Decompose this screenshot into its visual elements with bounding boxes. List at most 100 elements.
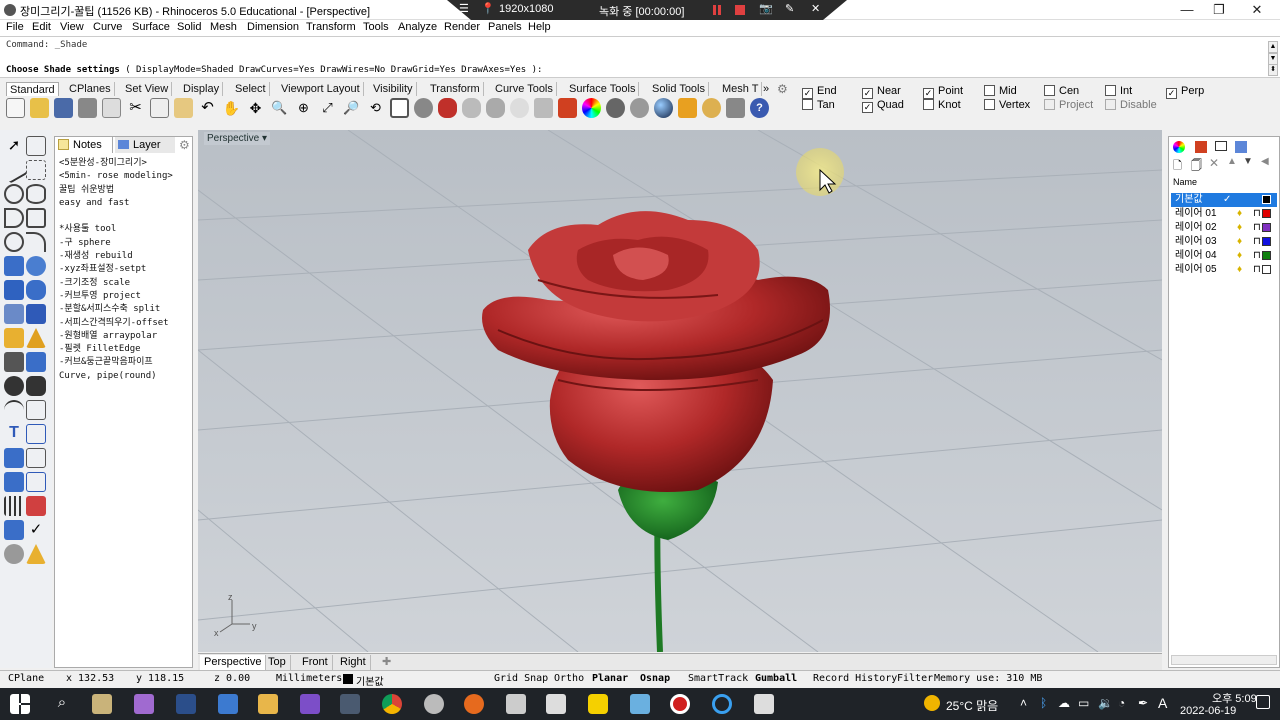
rhino-icon-2[interactable]: [546, 694, 566, 714]
app-icon-3[interactable]: [630, 694, 650, 714]
menu-dimension[interactable]: Dimension: [247, 21, 299, 33]
tab-surface-tools[interactable]: Surface Tools: [566, 82, 640, 96]
osnap-near[interactable]: ✓ Near: [862, 85, 901, 99]
grid-snap-toggle[interactable]: Grid Snap: [494, 673, 548, 684]
tab-transform[interactable]: Transform: [427, 82, 484, 96]
horizontal-scrollbar[interactable]: [1171, 655, 1277, 665]
move-up-icon[interactable]: ▲: [1227, 156, 1237, 167]
wifi-icon[interactable]: ◔: [1118, 696, 1125, 710]
shaded-sphere-icon[interactable]: [606, 98, 625, 118]
osnap-point[interactable]: ✓ Point: [923, 85, 963, 99]
media-icon[interactable]: [300, 694, 320, 714]
tab-cplanes[interactable]: CPlanes: [66, 82, 115, 96]
kakaotalk-icon[interactable]: [588, 694, 608, 714]
command-area[interactable]: Command: _Shade Choose Shade settings ( …: [0, 36, 1280, 78]
menu-panels[interactable]: Panels: [488, 21, 522, 33]
copy-icon[interactable]: [150, 98, 169, 118]
zoom-dynamic-icon[interactable]: 🔍: [270, 98, 289, 118]
text-icon[interactable]: T: [4, 424, 24, 444]
unlock-icon[interactable]: ⊓: [1253, 221, 1261, 235]
zoom-extents-icon[interactable]: ⤢: [318, 98, 337, 118]
notes-text[interactable]: <5분완성-장미그리기> <5min- rose modeling> 꿀팁 쉬운…: [59, 157, 173, 383]
app-icon-1[interactable]: [134, 694, 154, 714]
lightbulb-icon[interactable]: ♦: [1237, 207, 1242, 221]
check-icon[interactable]: ✓: [26, 520, 46, 540]
rotate-view-icon[interactable]: ✥: [246, 98, 265, 118]
solid-icon[interactable]: [26, 328, 46, 348]
line-icon[interactable]: [0, 156, 28, 184]
osnap-mid[interactable]: Mid: [984, 85, 1017, 97]
copy-object-icon[interactable]: [26, 448, 46, 468]
move-icon[interactable]: [4, 448, 24, 468]
menu-mesh[interactable]: Mesh: [210, 21, 237, 33]
grid-array-icon[interactable]: [4, 496, 24, 516]
unlock-icon[interactable]: ⊓: [1253, 249, 1261, 263]
boolean-icon[interactable]: [26, 352, 46, 372]
import-icon[interactable]: [102, 98, 121, 118]
unlock-icon[interactable]: ⊓: [1253, 235, 1261, 249]
camera-icon[interactable]: 📷: [759, 2, 773, 15]
split-icon[interactable]: [26, 400, 46, 420]
osnap-knot[interactable]: Knot: [923, 99, 961, 111]
filter-toggle[interactable]: Filter: [897, 673, 933, 684]
osnap-cen[interactable]: Cen: [1044, 85, 1079, 97]
layer-color-swatch[interactable]: [1262, 209, 1271, 218]
polyline-icon[interactable]: [26, 160, 46, 180]
units-label[interactable]: Millimeters: [276, 673, 342, 684]
gumball-toggle[interactable]: Gumball: [755, 673, 797, 684]
project-icon[interactable]: [4, 400, 24, 420]
ortho-toggle[interactable]: Ortho: [554, 673, 584, 684]
smarttrack-toggle[interactable]: SmartTrack: [688, 673, 748, 684]
menu-file[interactable]: File: [6, 21, 24, 33]
checkbox-icon[interactable]: ✓: [862, 88, 873, 99]
menu-edit[interactable]: Edit: [32, 21, 51, 33]
arc-icon[interactable]: [4, 208, 24, 228]
checkbox-icon[interactable]: [802, 99, 813, 110]
layer-row[interactable]: 레이어 01 ♦ ⊓: [1171, 207, 1277, 221]
analyze-icon[interactable]: [4, 544, 24, 564]
clock-time[interactable]: 오후 5:09: [1212, 690, 1257, 706]
pencil-icon[interactable]: ✎: [785, 2, 794, 15]
record-icon[interactable]: [670, 694, 690, 714]
help-tab-icon[interactable]: [1235, 141, 1247, 153]
osnap-vertex[interactable]: Vertex: [984, 99, 1030, 111]
tab-visibility[interactable]: Visibility: [370, 82, 417, 96]
render-mesh-icon[interactable]: [26, 544, 46, 564]
calculator-icon[interactable]: [340, 694, 360, 714]
layer-row[interactable]: 레이어 05 ♦ ⊓: [1171, 263, 1277, 277]
move-down-icon[interactable]: ▼: [1243, 156, 1253, 167]
print-icon[interactable]: [78, 98, 97, 118]
osnap-int[interactable]: Int: [1105, 85, 1132, 97]
tab-curve-tools[interactable]: Curve Tools: [492, 82, 557, 96]
osnap-disable[interactable]: Disable: [1105, 99, 1157, 111]
viewport-title[interactable]: Perspective ▾: [204, 132, 271, 145]
loft-icon[interactable]: [26, 280, 46, 300]
volume-icon[interactable]: 🔉: [1098, 696, 1113, 710]
network-icon[interactable]: ▭: [1078, 696, 1089, 710]
unlock-icon[interactable]: ⊓: [1253, 207, 1261, 221]
layer-row[interactable]: 레이어 02 ♦ ⊓: [1171, 221, 1277, 235]
chevron-down-icon[interactable]: ▾: [262, 133, 267, 144]
scroll-up-icon[interactable]: ▲: [1268, 41, 1278, 53]
select-all-icon[interactable]: [414, 98, 433, 118]
ellipse-icon[interactable]: [26, 184, 46, 204]
checkbox-icon[interactable]: [1105, 85, 1116, 96]
color-wheel-icon[interactable]: [582, 98, 601, 118]
pin-icon[interactable]: 📍: [481, 2, 495, 15]
mesh-icon[interactable]: [4, 352, 24, 372]
menu-solid[interactable]: Solid: [177, 21, 201, 33]
undo-view-icon[interactable]: ⟲: [366, 98, 385, 118]
current-layer-swatch[interactable]: [343, 674, 353, 684]
box-icon[interactable]: [4, 328, 24, 348]
surface-icon[interactable]: [4, 280, 24, 300]
ime-indicator[interactable]: A: [1158, 695, 1167, 711]
menu-surface[interactable]: Surface: [132, 21, 170, 33]
lightbulb-icon[interactable]: ♦: [1237, 263, 1242, 277]
cloud-icon[interactable]: ☁: [1058, 696, 1070, 710]
lightbulb-icon[interactable]: [510, 98, 529, 118]
osnap-project[interactable]: Project: [1044, 99, 1093, 111]
new-layer-icon[interactable]: 🗋: [1173, 157, 1182, 176]
array-icon[interactable]: [26, 472, 46, 492]
tab-right[interactable]: Right: [336, 655, 371, 670]
properties-icon[interactable]: [534, 98, 553, 118]
